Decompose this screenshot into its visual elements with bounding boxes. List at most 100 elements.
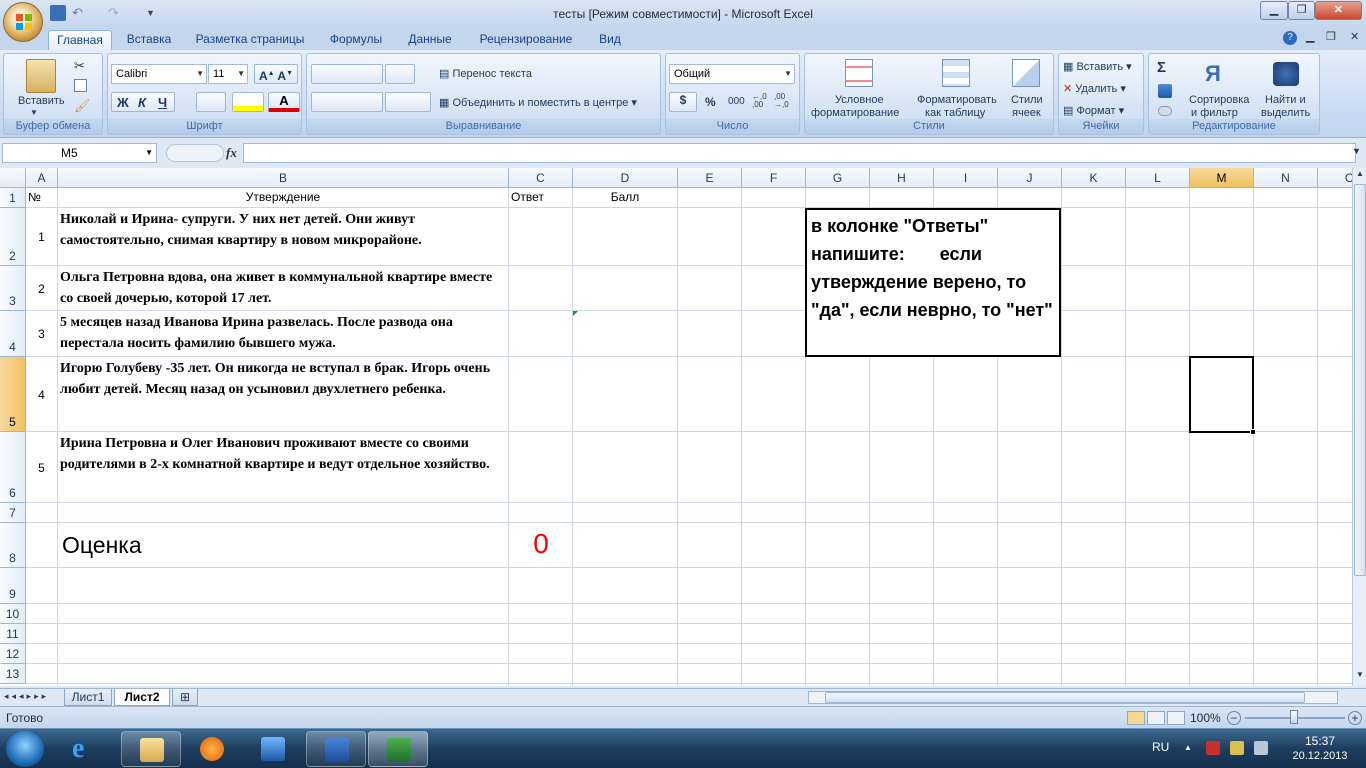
thousands-button[interactable]: 000 — [728, 96, 745, 107]
horizontal-scrollbar[interactable] — [808, 691, 1338, 704]
selected-cell[interactable] — [1189, 356, 1254, 433]
fill-color-button[interactable] — [232, 92, 264, 112]
row-header[interactable]: 13 — [0, 664, 26, 684]
item-num-cell[interactable]: 3 — [26, 311, 57, 357]
column-header[interactable]: G — [806, 168, 870, 188]
score-value-cell[interactable]: 0 — [509, 528, 573, 560]
insert-cells-button[interactable]: ▦ Вставить ▾ — [1063, 60, 1132, 73]
internet-explorer-icon[interactable]: e — [72, 735, 102, 763]
ribbon-close-icon[interactable]: ✕ — [1350, 30, 1359, 43]
format-as-table-label[interactable]: как таблицу — [925, 107, 985, 119]
column-header[interactable]: A — [26, 168, 58, 188]
taskbar-explorer[interactable] — [121, 731, 181, 767]
page-break-view-icon[interactable] — [1167, 711, 1185, 725]
orientation-button[interactable] — [385, 64, 415, 84]
format-as-table-button[interactable]: Форматировать — [917, 94, 997, 106]
sort-filter-button[interactable]: Сортировка — [1189, 94, 1249, 106]
sort-filter-icon[interactable]: Я — [1205, 60, 1231, 88]
item-statement-cell[interactable]: Ирина Петровна и Олег Иванович проживают… — [60, 433, 506, 475]
italic-button[interactable]: К — [138, 95, 146, 110]
taskbar-network[interactable] — [243, 731, 303, 767]
score-label-cell[interactable]: Оценка — [62, 532, 142, 559]
chevron-down-icon[interactable]: ▼ — [145, 144, 153, 162]
insert-sheet-icon[interactable]: ⊞ — [172, 689, 198, 706]
decrease-decimal-button[interactable]: ,00 →,0 — [774, 93, 794, 109]
clock-date[interactable]: 20.12.2013 — [1285, 750, 1355, 762]
conditional-formatting-button[interactable]: Условное — [835, 94, 884, 106]
formula-input[interactable] — [243, 143, 1356, 163]
scroll-thumb[interactable] — [1354, 184, 1366, 576]
cell-styles-button[interactable]: Стили — [1011, 94, 1043, 106]
name-box[interactable]: M5 ▼ — [2, 143, 157, 163]
ribbon-restore-icon[interactable]: ❐ — [1326, 30, 1336, 43]
conditional-formatting-icon[interactable] — [845, 59, 873, 87]
tab-home[interactable]: Главная — [48, 30, 112, 50]
start-button[interactable] — [6, 731, 44, 767]
item-num-cell[interactable]: 1 — [26, 208, 57, 266]
column-header[interactable]: C — [509, 168, 573, 188]
action-center-icon[interactable] — [1206, 741, 1220, 755]
delete-cells-button[interactable]: ✕ Удалить ▾ — [1063, 82, 1126, 95]
cut-icon[interactable]: ✂ — [74, 58, 85, 74]
row-header[interactable]: 7 — [0, 503, 26, 523]
volume-icon[interactable] — [1254, 741, 1268, 755]
percent-button[interactable]: % — [705, 95, 716, 109]
row-header[interactable]: 12 — [0, 644, 26, 664]
find-select-icon[interactable] — [1273, 62, 1299, 86]
ribbon-minimize-icon[interactable]: ▁ — [1306, 30, 1314, 43]
clear-icon[interactable] — [1158, 106, 1172, 116]
item-statement-cell[interactable]: Игорю Голубеву -35 лет. Он никогда не вс… — [60, 358, 506, 400]
fill-icon[interactable] — [1158, 84, 1172, 98]
zoom-out-icon[interactable]: − — [1227, 711, 1241, 725]
find-select-button[interactable]: Найти и — [1265, 94, 1306, 106]
power-icon[interactable] — [1230, 741, 1244, 755]
fill-handle[interactable] — [1250, 429, 1256, 435]
header-answer-cell[interactable]: Ответ — [511, 190, 544, 204]
font-color-button[interactable]: A — [268, 92, 300, 112]
close-button[interactable]: ✕ — [1315, 1, 1362, 20]
help-icon[interactable]: ? — [1283, 31, 1297, 45]
tab-data[interactable]: Данные — [400, 30, 460, 50]
find-select-label[interactable]: выделить — [1261, 107, 1310, 119]
font-size-select[interactable]: 11 ▼ — [208, 64, 248, 84]
sheet-tab-2[interactable]: Лист2 — [114, 689, 170, 706]
font-name-select[interactable]: Calibri ▼ — [111, 64, 207, 84]
paste-button[interactable]: Вставить — [18, 95, 65, 107]
indent-buttons[interactable] — [385, 92, 431, 112]
row-header-selected[interactable]: 5 — [0, 357, 26, 432]
column-header[interactable]: E — [678, 168, 742, 188]
column-header-selected[interactable]: M — [1190, 168, 1254, 188]
cell-styles-label[interactable]: ячеек — [1012, 107, 1041, 119]
column-header[interactable]: J — [998, 168, 1062, 188]
number-format-select[interactable]: Общий ▼ — [669, 64, 795, 84]
column-header[interactable]: I — [934, 168, 998, 188]
tab-view[interactable]: Вид — [590, 30, 630, 50]
clock-time[interactable]: 15:37 — [1290, 734, 1350, 748]
taskbar-excel[interactable] — [368, 731, 428, 767]
row-header[interactable]: 4 — [0, 311, 26, 357]
format-as-table-icon[interactable] — [942, 59, 970, 87]
row-header[interactable]: 1 — [0, 188, 26, 208]
scroll-up-icon[interactable]: ▲ — [1354, 169, 1366, 183]
vertical-scrollbar[interactable]: ▲ ▼ — [1352, 168, 1366, 686]
select-all-corner[interactable] — [0, 168, 26, 188]
page-layout-view-icon[interactable] — [1147, 711, 1165, 725]
tab-page-layout[interactable]: Разметка страницы — [190, 30, 310, 50]
item-statement-cell[interactable]: Николай и Ирина- супруги. У них нет дете… — [60, 209, 506, 251]
row-header[interactable]: 9 — [0, 568, 26, 604]
item-statement-cell[interactable]: Ольга Петровна вдова, она живет в коммун… — [60, 267, 506, 309]
font-grow-shrink-buttons[interactable]: A▲ A▼ — [254, 64, 298, 84]
restore-button[interactable]: ❐ — [1288, 1, 1315, 20]
format-cells-button[interactable]: ▤ Формат ▾ — [1063, 104, 1124, 117]
column-header[interactable]: D — [573, 168, 678, 188]
horizontal-scroll-thumb[interactable] — [825, 692, 1305, 703]
currency-button[interactable]: $ — [669, 92, 697, 112]
underline-button[interactable]: Ч — [158, 95, 167, 110]
row-header[interactable]: 11 — [0, 624, 26, 644]
minimize-button[interactable]: ▁ — [1260, 1, 1288, 20]
horizontal-align-buttons[interactable] — [311, 92, 383, 112]
sort-filter-label[interactable]: и фильтр — [1191, 107, 1238, 119]
row-header[interactable]: 10 — [0, 604, 26, 624]
column-header[interactable]: N — [1254, 168, 1318, 188]
column-header[interactable]: K — [1062, 168, 1126, 188]
